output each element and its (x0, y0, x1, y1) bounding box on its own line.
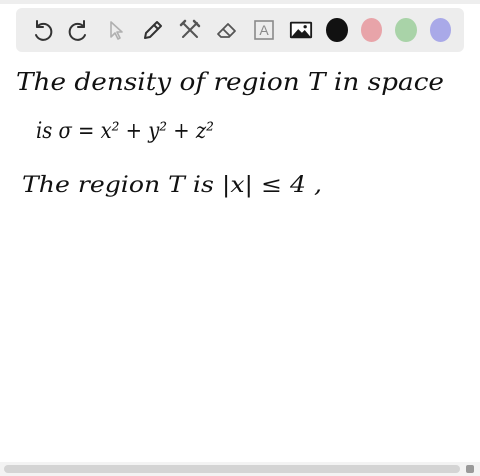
text-tool-glyph: A (259, 22, 269, 38)
toolbar: A (16, 8, 464, 52)
pointer-button[interactable] (104, 18, 128, 42)
undo-button[interactable] (30, 18, 54, 42)
redo-icon (68, 20, 86, 41)
color-swatch-lavender[interactable] (429, 18, 451, 42)
handwritten-line-3: The region T is |x| ≤ 4 , (22, 173, 322, 198)
image-button[interactable] (289, 18, 313, 42)
color-swatch-black[interactable] (326, 18, 348, 42)
image-icon (289, 21, 313, 39)
redo-button[interactable] (67, 18, 91, 42)
pointer-icon (110, 21, 123, 40)
undo-icon (35, 20, 53, 41)
eraser-button[interactable] (215, 18, 239, 42)
tools-icon (179, 19, 201, 38)
color-swatch-green[interactable] (395, 18, 417, 42)
handwritten-line-1: The density of region T in space (16, 68, 444, 96)
horizontal-scrollbar[interactable] (0, 462, 480, 476)
scrollbar-end-marker (466, 465, 474, 473)
drawing-canvas[interactable]: The density of region T in space is σ = … (0, 56, 480, 460)
color-swatch-pink[interactable] (360, 18, 382, 42)
tools-button[interactable] (178, 18, 202, 42)
whiteboard-app: A The density of region T in space is σ … (0, 0, 480, 476)
eraser-icon (217, 23, 236, 38)
top-strip (0, 0, 480, 4)
handwriting-layer: The density of region T in space is σ = … (16, 68, 444, 198)
pen-icon (144, 21, 162, 39)
text-icon: A (254, 20, 274, 40)
scrollbar-thumb[interactable] (4, 465, 460, 473)
text-button[interactable]: A (252, 18, 276, 42)
handwritten-line-2: is σ = x² + y² + z² (36, 119, 214, 144)
pen-button[interactable] (141, 18, 165, 42)
